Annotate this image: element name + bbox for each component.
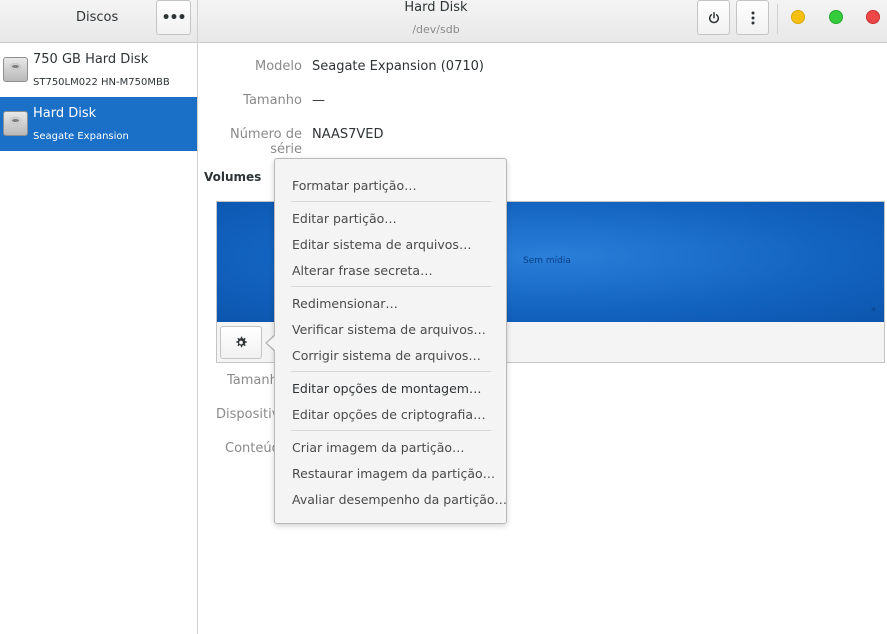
menu-separator <box>291 286 491 287</box>
hard-disk-icon <box>3 111 28 136</box>
power-off-button[interactable] <box>697 0 730 35</box>
window-title-area: Hard Disk /dev/sdb <box>198 0 698 43</box>
size-value: — <box>312 93 325 108</box>
popover-arrow-inner <box>267 335 276 351</box>
partition-options-button[interactable] <box>220 326 262 359</box>
partition-menu-popover: Formatar partição… Editar partição… Edit… <box>274 158 507 524</box>
menu-item-edit-encryption-options[interactable]: Editar opções de criptografia… <box>292 407 486 422</box>
model-label: Modelo <box>255 59 302 74</box>
disk-model: Seagate Expansion <box>33 131 129 142</box>
menu-item-edit-mount-options[interactable]: Editar opções de montagem… <box>292 381 481 396</box>
menu-item-edit-filesystem[interactable]: Editar sistema de arquivos… <box>292 237 471 252</box>
serial-value: NAAS7VED <box>312 127 384 142</box>
no-media-label: Sem mídia <box>523 256 571 266</box>
menu-separator <box>291 201 491 202</box>
sidebar-item-750gb-disk[interactable]: 750 GB Hard Disk ST750LM022 HN-M750MBB <box>0 43 197 97</box>
volumes-heading: Volumes <box>204 170 262 184</box>
disk-model: ST750LM022 HN-M750MBB <box>33 77 170 88</box>
header-separator <box>777 4 778 34</box>
menu-item-edit-partition[interactable]: Editar partição… <box>292 211 397 226</box>
header-bar: Discos ••• Hard Disk /dev/sdb <box>0 0 887 43</box>
menu-item-restore-partition-image[interactable]: Restaurar imagem da partição… <box>292 466 495 481</box>
minimize-button[interactable] <box>791 10 805 24</box>
volume-corner-mark: * <box>871 306 876 317</box>
size-label: Tamanho <box>243 93 302 108</box>
menu-item-repair-filesystem[interactable]: Corrigir sistema de arquivos… <box>292 348 481 363</box>
maximize-button[interactable] <box>829 10 843 24</box>
hard-disk-icon <box>3 57 28 82</box>
sidebar-item-hard-disk[interactable]: Hard Disk Seagate Expansion <box>0 97 197 151</box>
power-icon <box>708 11 719 23</box>
disk-name: 750 GB Hard Disk <box>33 52 149 67</box>
volume-content-label: Conteúd <box>225 441 280 456</box>
gear-icon <box>235 336 247 348</box>
disk-sidebar: 750 GB Hard Disk ST750LM022 HN-M750MBB H… <box>0 43 198 634</box>
menu-item-change-passphrase[interactable]: Alterar frase secreta… <box>292 263 433 278</box>
menu-item-check-filesystem[interactable]: Verificar sistema de arquivos… <box>292 322 486 337</box>
disk-name: Hard Disk <box>33 106 97 121</box>
model-value: Seagate Expansion (0710) <box>312 59 484 74</box>
menu-separator <box>291 371 491 372</box>
menu-item-benchmark-partition[interactable]: Avaliar desempenho da partição… <box>292 492 507 507</box>
menu-item-resize[interactable]: Redimensionar… <box>292 296 398 311</box>
serial-label: Número de série <box>229 127 302 157</box>
volume-size-label: Tamanh <box>227 373 278 388</box>
window-subtitle: /dev/sdb <box>412 23 460 36</box>
menu-item-create-partition-image[interactable]: Criar imagem da partição… <box>292 440 465 455</box>
menu-item-format-partition[interactable]: Formatar partição… <box>292 178 417 193</box>
drive-menu-button[interactable] <box>736 0 769 35</box>
volume-device-label: Dispositiv <box>216 407 280 422</box>
window-title: Hard Disk <box>404 0 468 15</box>
vertical-dots-icon <box>751 11 754 24</box>
close-button[interactable] <box>866 10 880 24</box>
menu-separator <box>291 430 491 431</box>
